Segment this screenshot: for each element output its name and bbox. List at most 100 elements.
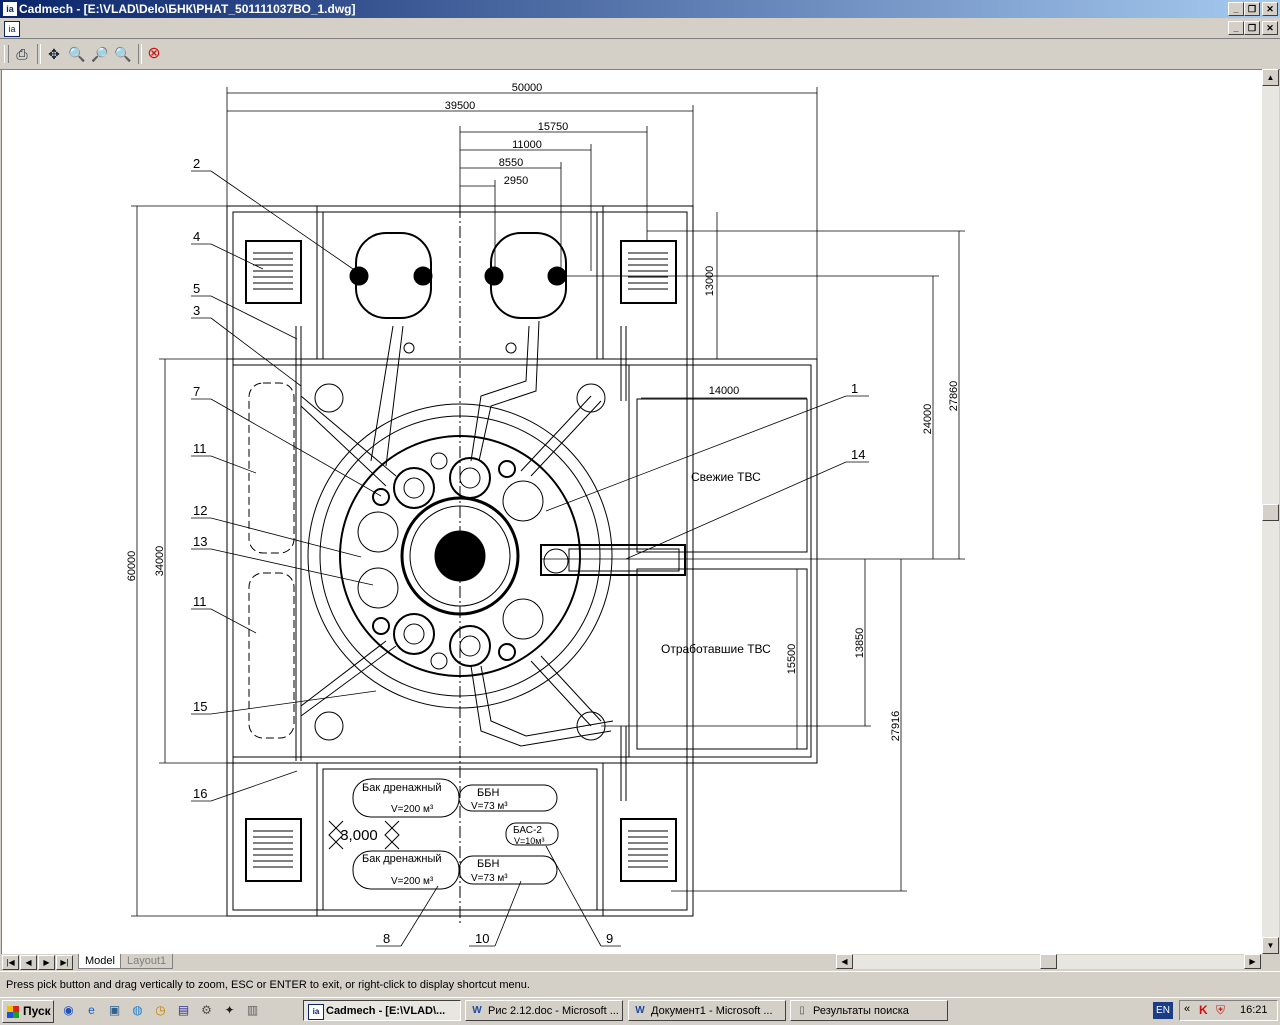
doc-close-button[interactable]: ✕	[1262, 21, 1278, 35]
media-player-icon[interactable]: ◉	[61, 1003, 76, 1018]
zoom-realtime-icon[interactable]: 🔍	[67, 44, 87, 64]
explorer-icon[interactable]: ▣	[107, 1003, 122, 1018]
vertical-scrollbar[interactable]: ▲ ▼	[1262, 69, 1279, 954]
cadmech-icon: ia	[308, 1004, 324, 1020]
tray-expand-icon[interactable]: «	[1184, 1003, 1190, 1015]
word-icon: W	[635, 1005, 645, 1016]
horizontal-scroll-thumb[interactable]	[1040, 954, 1057, 969]
pump-inner	[403, 477, 425, 499]
refueling-machine-head	[543, 548, 569, 574]
doc-restore-button[interactable]: ❐	[1244, 21, 1260, 35]
valve	[349, 266, 369, 286]
scroll-up-button[interactable]: ▲	[1262, 69, 1279, 86]
pipe	[300, 395, 397, 487]
zoom-window-icon[interactable]: 🔎	[90, 44, 110, 64]
bbn-2-label: ББН	[477, 858, 499, 870]
start-label: Пуск	[23, 1004, 51, 1018]
heat-exchanger	[502, 598, 544, 640]
callout-1: 1	[851, 381, 858, 396]
tab-model[interactable]: Model	[78, 954, 122, 969]
dim-14000: 14000	[709, 385, 740, 397]
bbn-1-volume: V=73 м³	[471, 801, 508, 812]
tool-app-icon[interactable]: ⚙	[199, 1003, 214, 1018]
doc-minimize-button[interactable]: _	[1228, 21, 1244, 35]
taskbar-button-label: Результаты поиска	[813, 1005, 909, 1017]
tank-circle	[314, 711, 344, 741]
pump-inner	[459, 635, 481, 657]
tab-layout1[interactable]: Layout1	[120, 954, 174, 969]
language-indicator[interactable]: EN	[1153, 1002, 1173, 1019]
valve	[498, 460, 516, 478]
taskbar: Пуск ◉ e ▣ ◍ ◷ ▤ ⚙ ✦ ▥ ia Cadmech - [E:\…	[0, 997, 1280, 1025]
minimize-button[interactable]: _	[1228, 2, 1244, 16]
equipment-labels: Свежие ТВС Отработавшие ТВС Бак дренажны…	[362, 470, 771, 887]
bas-volume: V=10м³	[514, 836, 544, 846]
text-app-icon[interactable]: ▥	[245, 1003, 260, 1018]
horizontal-scrollbar[interactable]: ◀ ▶	[836, 954, 1261, 969]
system-tray: « K ⛨ 16:21	[1179, 1000, 1278, 1021]
dim-13850: 13850	[854, 628, 866, 659]
cooler	[620, 240, 677, 304]
callout-13: 13	[193, 534, 207, 549]
word-icon: W	[472, 1005, 482, 1016]
callout-15: 15	[193, 699, 207, 714]
shield-icon[interactable]: ⛨	[1216, 1003, 1225, 1018]
menu-bar: ia _ ❐ ✕	[0, 18, 1280, 39]
save-app-icon[interactable]: ▤	[176, 1003, 191, 1018]
scroll-right-button[interactable]: ▶	[1244, 954, 1261, 969]
pump	[449, 625, 491, 667]
print-icon[interactable]: ⎙	[12, 44, 32, 64]
taskbar-button-word-doc[interactable]: W Рис 2.12.doc - Microsoft ...	[465, 1000, 623, 1021]
callout-10: 10	[475, 931, 489, 946]
cooler	[245, 818, 302, 882]
close-button[interactable]: ✕	[1262, 2, 1278, 16]
start-button[interactable]: Пуск	[2, 1000, 54, 1023]
cadmech-icon[interactable]: ia	[2, 1, 18, 17]
valve	[484, 266, 504, 286]
pipe	[300, 640, 397, 717]
windows-logo-icon	[7, 1006, 19, 1018]
pump-inner	[459, 467, 481, 489]
pipe	[295, 326, 302, 761]
pan-icon[interactable]: ✥	[44, 44, 64, 64]
pump	[393, 613, 435, 655]
storage-tank	[248, 382, 295, 554]
first-tab-button[interactable]: |◀	[2, 955, 19, 970]
restore-button[interactable]: ❐	[1244, 2, 1260, 16]
zoom-previous-icon[interactable]: 🔍	[113, 44, 133, 64]
dim-15500: 15500	[786, 644, 798, 675]
spent-fuel-label: Отработавшие ТВС	[661, 642, 771, 656]
dim-2950: 2950	[504, 175, 528, 187]
browser-icon[interactable]: ◍	[130, 1003, 145, 1018]
dim-8550: 8550	[499, 157, 523, 169]
cooler-fins	[628, 252, 668, 290]
toolbar-grip[interactable]	[4, 45, 9, 63]
last-tab-button[interactable]: ▶|	[56, 955, 73, 970]
clock-app-icon[interactable]: ◷	[153, 1003, 168, 1018]
toolbar-separator	[37, 44, 41, 64]
close-view-icon[interactable]: ⊗	[144, 44, 164, 64]
taskbar-button-label: Cadmech - [E:\VLAD\...	[326, 1005, 446, 1017]
clock[interactable]: 16:21	[1240, 1004, 1268, 1016]
search-results-icon: ▯	[799, 1005, 805, 1016]
vertical-scroll-thumb[interactable]	[1262, 504, 1279, 521]
taskbar-button-cadmech[interactable]: ia Cadmech - [E:\VLAD\...	[303, 1000, 461, 1021]
antivirus-icon[interactable]: K	[1199, 1003, 1208, 1017]
cooler-fins	[253, 830, 293, 868]
drawing-canvas[interactable]: 50000 39500 15750 11000 8550 2950 14000 …	[1, 69, 1264, 956]
game-app-icon[interactable]: ✦	[222, 1003, 237, 1018]
document-icon[interactable]: ia	[4, 21, 20, 37]
taskbar-button-word-document1[interactable]: W Документ1 - Microsoft ...	[628, 1000, 786, 1021]
drain-tank-1-volume: V=200 м³	[391, 804, 434, 815]
cooler-fins	[253, 252, 293, 290]
taskbar-button-label: Рис 2.12.doc - Microsoft ...	[488, 1005, 619, 1017]
previous-tab-button[interactable]: ◀	[20, 955, 37, 970]
internet-explorer-icon[interactable]: e	[84, 1003, 99, 1018]
bbn-2-volume: V=73 м³	[471, 873, 508, 884]
scroll-left-button[interactable]: ◀	[836, 954, 853, 969]
cooler	[620, 818, 677, 882]
callout-2: 2	[193, 156, 200, 171]
scroll-down-button[interactable]: ▼	[1262, 937, 1279, 954]
taskbar-button-search-results[interactable]: ▯ Результаты поиска	[790, 1000, 948, 1021]
next-tab-button[interactable]: ▶	[38, 955, 55, 970]
